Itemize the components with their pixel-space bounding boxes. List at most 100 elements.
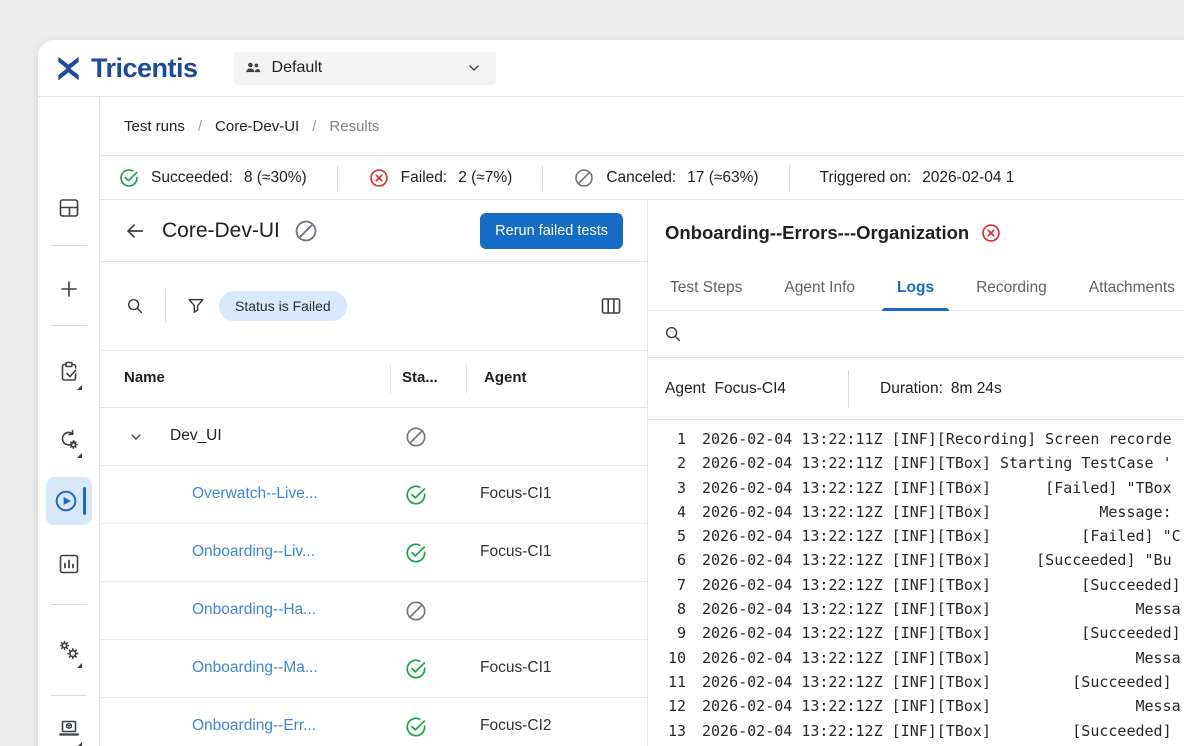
filter-toolbar: Status is Failed — [100, 262, 647, 351]
column-divider — [390, 364, 391, 394]
dashboard-icon — [57, 196, 81, 220]
summary-divider — [542, 165, 543, 191]
search-icon[interactable] — [124, 295, 146, 317]
back-arrow-icon[interactable] — [124, 220, 146, 242]
table-row[interactable]: Onboarding--Ha... — [100, 582, 647, 640]
columns-icon[interactable] — [599, 294, 623, 318]
sidebar — [38, 97, 100, 746]
search-icon — [662, 323, 684, 345]
chevron-down-icon — [466, 60, 482, 76]
log-line: 132026-02-04 13:22:12Z [INF][TBox] [Succ… — [662, 719, 1184, 743]
summary-succeeded-label: Succeeded: — [151, 169, 233, 187]
agent-cell: Focus-CI1 — [480, 659, 552, 677]
status-canceled-icon — [404, 425, 428, 449]
flyout-indicator — [77, 453, 82, 458]
sidebar-divider — [51, 325, 87, 326]
workspace-label: Default — [272, 59, 466, 77]
meta-divider — [848, 370, 849, 408]
test-group-name: Dev_UI — [170, 427, 222, 445]
test-case-title: Onboarding--Errors---Organization — [665, 222, 969, 244]
column-header-status[interactable]: Sta... — [402, 369, 438, 386]
tab-recording[interactable]: Recording — [961, 265, 1062, 310]
log-line: 72026-02-04 13:22:12Z [INF][TBox] [Succe… — [662, 573, 1184, 597]
sidebar-item-agents[interactable] — [49, 709, 89, 746]
tab-test-steps[interactable]: Test Steps — [655, 265, 757, 310]
breadcrumb-run-name[interactable]: Core-Dev-UI — [215, 118, 299, 135]
breadcrumb-test-runs[interactable]: Test runs — [124, 118, 185, 135]
log-line: 12026-02-04 13:22:11Z [INF][Recording] S… — [662, 427, 1184, 451]
log-line: 122026-02-04 13:22:12Z [INF][TBox] Messa — [662, 694, 1184, 718]
detail-tabs: Test Steps Agent Info Logs Recording Att… — [648, 265, 1184, 311]
status-succeeded-icon — [404, 715, 428, 739]
table-row[interactable]: Onboarding--Liv... Focus-CI1 — [100, 524, 647, 582]
summary-failed: Failed: 2 (≈7%) — [368, 167, 513, 189]
column-header-name[interactable]: Name — [124, 369, 165, 386]
log-line: 52026-02-04 13:22:12Z [INF][TBox] [Faile… — [662, 524, 1184, 548]
summary-canceled-label: Canceled: — [606, 169, 676, 187]
agent-cell: Focus-CI1 — [480, 543, 552, 561]
summary-canceled-value: 17 (≈63%) — [687, 169, 758, 187]
sidebar-item-dashboard[interactable] — [49, 188, 89, 228]
succeeded-icon — [118, 167, 140, 189]
log-line: 22026-02-04 13:22:11Z [INF][TBox] Starti… — [662, 451, 1184, 475]
summary-failed-label: Failed: — [401, 169, 448, 187]
summary-succeeded-value: 8 (≈30%) — [244, 169, 307, 187]
app-window: Tricentis Default — [38, 40, 1184, 746]
tricentis-logo-icon — [55, 55, 82, 82]
duration-value: 8m 24s — [951, 380, 1002, 398]
chevron-down-icon[interactable] — [128, 429, 144, 445]
brand-name: Tricentis — [91, 53, 198, 84]
agent-label: Agent — [665, 380, 706, 398]
test-case-link[interactable]: Onboarding--Liv... — [192, 543, 315, 561]
team-icon — [244, 59, 262, 77]
logs-search[interactable] — [648, 311, 1184, 358]
sidebar-item-settings[interactable] — [49, 630, 89, 670]
breadcrumb-separator: / — [198, 118, 202, 135]
column-header-agent[interactable]: Agent — [484, 369, 527, 386]
detail-header: Onboarding--Errors---Organization — [648, 200, 1184, 265]
summary-divider — [337, 165, 338, 191]
status-canceled-icon — [404, 599, 428, 623]
test-case-link[interactable]: Onboarding--Ha... — [192, 601, 316, 619]
test-case-link[interactable]: Onboarding--Err... — [192, 717, 316, 735]
sidebar-item-create-new[interactable] — [49, 269, 89, 309]
bar-chart-icon — [57, 552, 81, 576]
sidebar-divider — [51, 245, 87, 246]
agent-machine-icon — [57, 717, 81, 741]
tab-logs[interactable]: Logs — [882, 265, 949, 310]
table-row[interactable]: Overwatch--Live... Focus-CI1 — [100, 466, 647, 524]
filter-chip-status-failed[interactable]: Status is Failed — [219, 291, 347, 321]
sidebar-item-reports[interactable] — [49, 544, 89, 584]
summary-triggered-value: 2026-02-04 1 — [922, 169, 1014, 187]
tab-agent-info[interactable]: Agent Info — [769, 265, 870, 310]
sidebar-item-automation-setup[interactable] — [49, 420, 89, 460]
plus-icon — [57, 277, 81, 301]
clipboard-check-icon — [57, 360, 81, 384]
table-header: Name Sta... Agent — [100, 351, 647, 408]
run-status-canceled-icon — [293, 218, 319, 244]
topbar: Tricentis Default — [38, 40, 1184, 97]
sidebar-item-test-runs[interactable] — [46, 477, 92, 525]
table-row[interactable]: Onboarding--Err... Focus-CI2 — [100, 698, 647, 746]
log-line: 42026-02-04 13:22:12Z [INF][TBox] Messag… — [662, 500, 1184, 524]
summary-succeeded: Succeeded: 8 (≈30%) — [118, 167, 307, 189]
duration: Duration: 8m 24s — [880, 380, 1002, 398]
sidebar-item-test-cases[interactable] — [49, 352, 89, 392]
sidebar-divider — [51, 604, 87, 605]
log-viewer: 12026-02-04 13:22:11Z [INF][Recording] S… — [648, 420, 1184, 746]
breadcrumb: Test runs / Core-Dev-UI / Results — [100, 97, 1184, 155]
test-case-link[interactable]: Onboarding--Ma... — [192, 659, 318, 677]
tab-attachments[interactable]: Attachments — [1074, 265, 1184, 310]
rerun-failed-tests-button[interactable]: Rerun failed tests — [480, 213, 623, 249]
filter-icon[interactable] — [185, 295, 207, 317]
table-row[interactable]: Onboarding--Ma... Focus-CI1 — [100, 640, 647, 698]
status-succeeded-icon — [404, 541, 428, 565]
table-row-group[interactable]: Dev_UI — [100, 408, 647, 466]
duration-label: Duration: — [880, 380, 943, 398]
test-case-link[interactable]: Overwatch--Live... — [192, 485, 318, 503]
workspace-selector[interactable]: Default — [234, 52, 496, 85]
run-summary-bar: Succeeded: 8 (≈30%) Failed: 2 (≈7%) Canc… — [100, 155, 1184, 200]
main-content: Test runs / Core-Dev-UI / Results Succee… — [100, 97, 1184, 746]
log-line: 92026-02-04 13:22:12Z [INF][TBox] [Succe… — [662, 621, 1184, 645]
play-circle-icon — [53, 488, 79, 514]
